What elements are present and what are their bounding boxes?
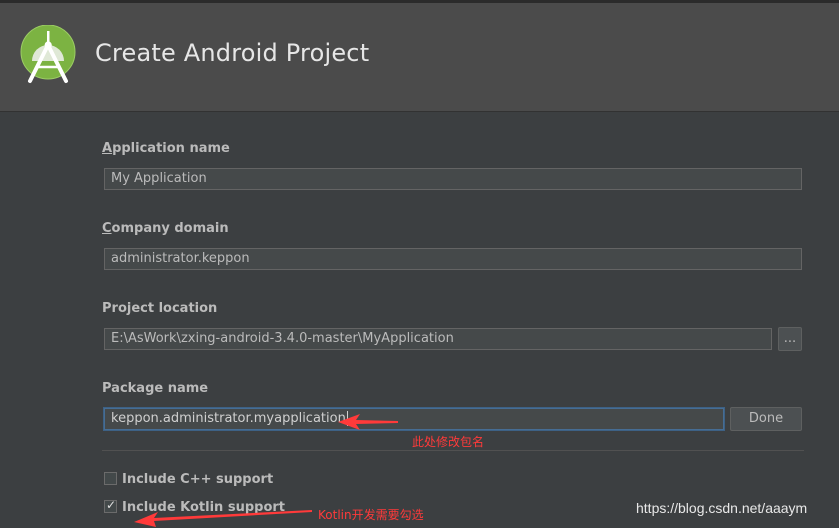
checkbox-box: ✓	[104, 498, 117, 513]
include-cpp-checkbox[interactable]: Include C++ support	[104, 472, 273, 490]
company-domain-label: Company domain	[102, 221, 229, 236]
android-studio-logo-icon	[20, 25, 76, 83]
project-location-input[interactable]: E:\AsWork\zxing-android-3.4.0-master\MyA…	[104, 328, 772, 350]
check-mark-icon: ✓	[106, 498, 117, 512]
package-name-value: keppon.administrator.myapplication	[111, 411, 346, 426]
annotation-arrow-package	[338, 414, 398, 430]
checkbox-box	[104, 472, 117, 485]
annotation-package-note: 此处修改包名	[412, 435, 485, 449]
annotation-kotlin-note: Kotlin开发需要勾选	[318, 508, 424, 522]
package-name-label: Package name	[102, 381, 209, 396]
dialog-title: Create Android Project	[95, 39, 370, 67]
include-cpp-label: Include C++ support	[122, 472, 274, 487]
dialog-header: Create Android Project	[0, 3, 839, 112]
package-name-input[interactable]: keppon.administrator.myapplication	[104, 408, 724, 430]
application-name-input[interactable]: My Application	[104, 168, 802, 190]
section-separator	[102, 450, 804, 451]
company-domain-input[interactable]: administrator.keppon	[104, 248, 802, 270]
browse-location-button[interactable]: ...	[778, 327, 802, 351]
application-name-label: Application name	[102, 141, 230, 156]
project-location-label: Project location	[102, 301, 218, 316]
source-watermark: https://blog.csdn.net/aaaym	[636, 500, 808, 516]
annotation-arrow-kotlin	[134, 510, 312, 527]
done-button[interactable]: Done	[730, 407, 802, 431]
